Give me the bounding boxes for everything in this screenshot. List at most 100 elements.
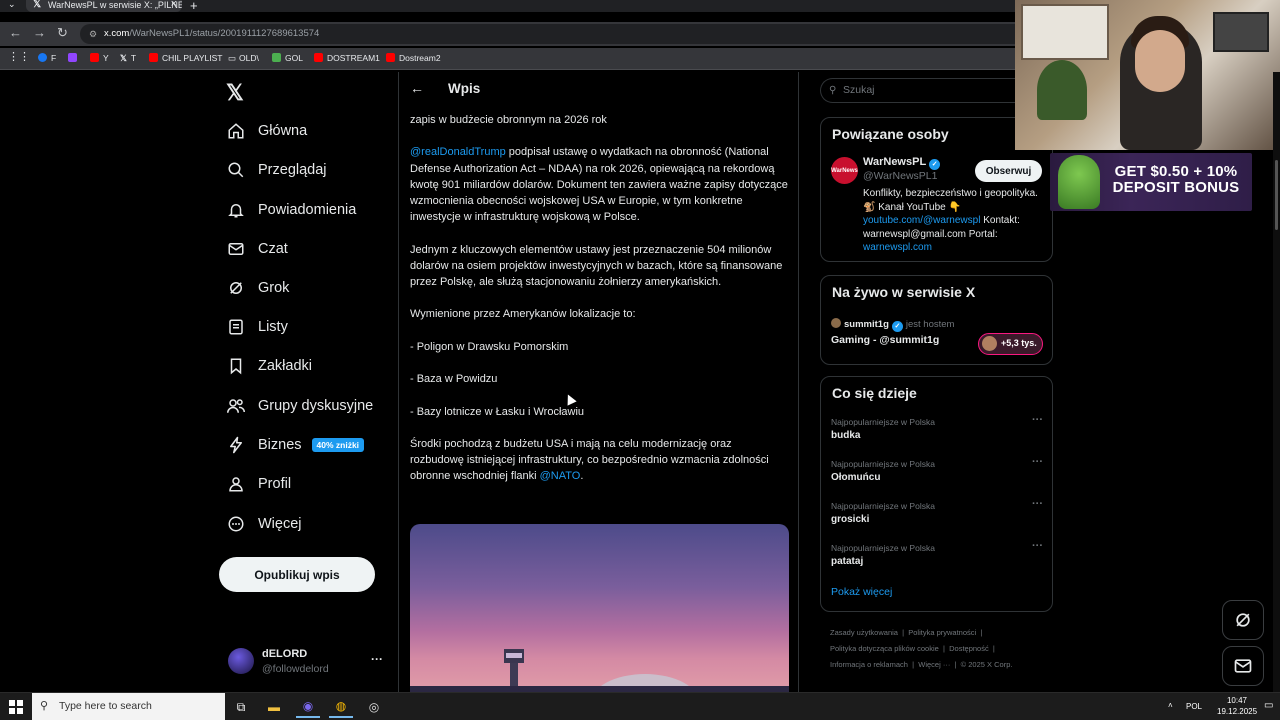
bookmark-folder[interactable]: ▭ OLD\ — [228, 52, 259, 64]
windows-start-icon[interactable] — [9, 700, 23, 714]
streamer-face-graphic — [1135, 30, 1185, 92]
forward-icon[interactable]: → — [33, 25, 46, 40]
bookmark-item[interactable]: Y — [90, 52, 109, 64]
nav-label: Grok — [258, 280, 290, 296]
scrollbar-thumb[interactable] — [1275, 160, 1278, 230]
trend-item[interactable]: Najpopularniejsze w Polska patataj ··· — [831, 540, 1043, 577]
grok-button[interactable] — [1222, 600, 1264, 640]
related-account-name[interactable]: WarNewsPL ✓ — [863, 156, 941, 170]
search-icon — [226, 160, 246, 180]
more-icon[interactable]: ··· — [1032, 498, 1043, 510]
avatar — [982, 336, 997, 351]
nav-item-profile[interactable]: Profil — [226, 471, 291, 497]
tab-search-icon[interactable]: ⌄ — [8, 0, 16, 10]
notification-icon[interactable]: ▭ — [1264, 700, 1273, 711]
related-account-handle[interactable]: @WarNewsPL1 — [863, 170, 937, 182]
nav-item-explore[interactable]: Przeglądaj — [226, 157, 327, 183]
footer-link[interactable]: Informacja o reklamach — [830, 660, 908, 669]
reload-icon[interactable]: ↻ — [57, 25, 68, 41]
search-input[interactable]: ⚲ Szukaj — [820, 78, 1020, 103]
post-paragraph: Środki pochodzą z budżetu USA i mają na … — [410, 437, 769, 483]
nav-item-messages[interactable]: Czat — [226, 236, 288, 262]
file-explorer-icon[interactable]: ▬ — [262, 696, 286, 718]
x-logo-icon[interactable]: 𝕏 — [226, 80, 244, 106]
bio-link[interactable]: youtube.com/@warnewspl — [863, 215, 980, 226]
messages-button[interactable] — [1222, 646, 1264, 686]
language-indicator[interactable]: POL — [1186, 702, 1202, 711]
bookmark-item[interactable]: 𝕏T — [120, 52, 136, 64]
apps-grid-icon[interactable]: ⋮⋮ — [8, 51, 30, 63]
account-name[interactable]: dELORD — [262, 648, 307, 660]
post-paragraph: Wymienione przez Amerykanów lokalizacje … — [410, 308, 636, 321]
account-more-icon[interactable]: ··· — [371, 652, 383, 666]
bookmark-item[interactable] — [68, 52, 81, 64]
nav-item-communities[interactable]: Grupy dyskusyjne — [226, 393, 373, 419]
nav-item-bookmarks[interactable]: Zakładki — [226, 353, 312, 379]
site-info-icon[interactable]: ⚙ — [89, 24, 97, 44]
bookmark-item[interactable]: Dostream2 — [386, 52, 441, 64]
wall-picture-graphic — [1213, 12, 1269, 52]
nav-label: Przeglądaj — [258, 162, 327, 178]
avatar[interactable] — [228, 648, 254, 674]
mention-link[interactable]: @realDonaldTrump — [410, 146, 506, 158]
clock-time[interactable]: 10:47 — [1217, 696, 1257, 705]
twitch-icon — [68, 53, 77, 62]
new-tab-icon[interactable]: + — [190, 0, 198, 13]
live-stream-title[interactable]: Gaming - @summit1g — [831, 334, 939, 346]
bookmark-item[interactable]: CHIL PLAYLIST — [149, 52, 222, 64]
clock-date[interactable]: 19.12.2025 — [1217, 707, 1257, 716]
youtube-icon — [314, 53, 323, 62]
bio-link[interactable]: warnewspl.com — [863, 242, 932, 253]
youtube-icon — [90, 53, 99, 62]
taskbar-search-input[interactable]: ⚲ Type here to search — [32, 693, 225, 720]
publish-post-button[interactable]: Opublikuj wpis — [219, 557, 375, 592]
more-icon[interactable]: ··· — [1032, 414, 1043, 426]
task-view-icon[interactable]: ⧉ — [229, 696, 253, 718]
nav-item-more[interactable]: Więcej — [226, 511, 302, 537]
bookmark-item[interactable]: F — [38, 52, 56, 64]
live-viewers-badge[interactable]: +5,3 tys. — [978, 333, 1043, 355]
live-host[interactable]: summit1g ✓ jest hostem — [831, 318, 954, 332]
location-item: - Poligon w Drawsku Pomorskim — [410, 340, 569, 353]
post-image[interactable] — [410, 524, 789, 692]
bookmark-item[interactable]: DOSTREAM1 — [314, 52, 380, 64]
url-host: x.com — [104, 28, 130, 39]
nav-item-lists[interactable]: Listy — [226, 314, 288, 340]
footer-link[interactable]: Polityka prywatności — [908, 628, 976, 637]
browser-tab[interactable]: 𝕏 WarNewsPL w serwisie X: „PILNE × — [26, 0, 182, 12]
footer-link[interactable]: Dostępność — [949, 644, 989, 653]
footer-link[interactable]: Polityka dotycząca plików cookie — [830, 644, 939, 653]
back-arrow-icon[interactable]: ← — [410, 80, 424, 96]
bookmark-item[interactable]: GOL — [272, 52, 303, 64]
obs-icon[interactable]: ◎ — [362, 696, 386, 718]
nav-item-notifications[interactable]: Powiadomienia — [226, 197, 356, 223]
show-more-link[interactable]: Pokaż więcej — [831, 586, 892, 598]
nav-item-home[interactable]: Główna — [226, 118, 307, 144]
account-handle[interactable]: @followdelord — [262, 663, 329, 675]
back-icon[interactable]: ← — [9, 25, 22, 40]
trend-item[interactable]: Najpopularniejsze w Polska budka ··· — [831, 414, 1043, 451]
search-placeholder: Szukaj — [843, 84, 875, 96]
post-paragraph-end: . — [580, 470, 584, 483]
grok-icon — [226, 278, 246, 298]
chrome-icon[interactable]: ◍ — [329, 696, 353, 718]
footer-link[interactable]: Zasady użytkowania — [830, 628, 898, 637]
verified-icon: ✓ — [929, 159, 941, 170]
tray-chevron-icon[interactable]: ˄ — [1168, 701, 1173, 710]
mention-link[interactable]: @NATO — [540, 470, 581, 482]
avatar[interactable]: WarNews — [831, 157, 858, 184]
post-text: zapis w budżecie obronnym na 2026 rok @r… — [410, 112, 788, 501]
avatar — [831, 318, 841, 328]
nav-item-business[interactable]: Biznes 40% zniżki — [226, 432, 365, 458]
footer-link[interactable]: Więcej ··· — [918, 660, 950, 669]
trend-item[interactable]: Najpopularniejsze w Polska grosicki ··· — [831, 498, 1043, 535]
nav-label: Grupy dyskusyjne — [258, 398, 374, 414]
more-icon[interactable]: ··· — [1032, 456, 1043, 468]
discord-icon[interactable]: ◉ — [296, 696, 320, 718]
nav-item-grok[interactable]: Grok — [226, 275, 289, 301]
tab-close-icon[interactable]: × — [171, 0, 177, 10]
more-icon[interactable]: ··· — [1032, 540, 1043, 552]
follow-button[interactable]: Obserwuj — [975, 160, 1042, 182]
trend-item[interactable]: Najpopularniejsze w Polska Ołomuńcu ··· — [831, 456, 1043, 493]
url-field[interactable]: ⚙ x.com/WarNewsPL1/status/20019111276896… — [80, 24, 1015, 44]
